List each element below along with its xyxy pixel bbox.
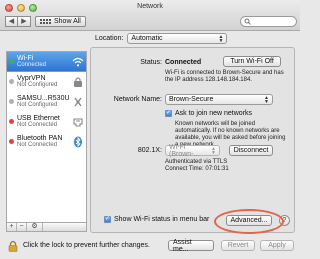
auth-profile-select[interactable]: Wi-Fi (Brown-... ▲ ▼	[165, 143, 220, 158]
vpn-lock-icon	[71, 75, 84, 88]
highlight-ring	[214, 209, 284, 234]
updown-arrows-icon: ▲ ▼	[218, 33, 224, 44]
service-name: USB Ethernet	[17, 114, 60, 122]
back-button[interactable]: ◀	[5, 16, 18, 27]
window-title: Network	[137, 3, 163, 10]
status-label: Status:	[140, 59, 162, 66]
phone-icon	[71, 95, 84, 108]
add-service-button[interactable]: +	[7, 223, 17, 231]
updown-arrows-icon: ▲ ▼	[264, 94, 269, 105]
service-item-usb-ethernet[interactable]: USB Ethernet Not Connected	[7, 112, 86, 132]
status-dot	[9, 99, 14, 104]
updown-arrows-icon: ▲ ▼	[211, 145, 216, 156]
ask-join-checkbox[interactable]: ✓	[165, 110, 172, 117]
bluetooth-icon	[71, 135, 84, 148]
show-menubar-checkbox[interactable]: ✓	[104, 216, 111, 223]
service-status: Connected	[17, 61, 47, 68]
service-status: Not Connected	[17, 121, 58, 128]
gear-icon[interactable]: ⚙	[27, 223, 43, 231]
window-titlebar: Network ◀ ▶ Show All	[0, 0, 300, 31]
service-item-samsung[interactable]: SAMSU...R530U Not Configured	[7, 92, 86, 112]
remove-service-button[interactable]: −	[17, 223, 27, 231]
location-row: Location: Automatic ▲ ▼	[95, 33, 228, 44]
assist-me-button[interactable]: Assist me...	[168, 239, 214, 253]
disconnect-button[interactable]: Disconnect	[229, 145, 273, 156]
footer-bar: Click the lock to prevent further change…	[0, 235, 300, 259]
location-value: Automatic	[131, 35, 163, 42]
history-nav: ◀ ▶	[5, 16, 31, 27]
status-dot	[9, 139, 14, 144]
status-dot	[9, 119, 14, 124]
location-label: Location:	[95, 35, 124, 42]
search-field[interactable]	[240, 16, 297, 27]
service-status: Not Connected	[17, 141, 58, 148]
service-name: Bluetooth PAN	[17, 134, 63, 142]
show-all-button[interactable]: Show All	[35, 16, 86, 27]
network-name-select[interactable]: Brown-Secure ▲ ▼	[165, 94, 273, 105]
forward-button[interactable]: ▶	[18, 16, 31, 27]
service-item-vyprvpn[interactable]: VyprVPN Not Configured	[7, 72, 86, 92]
service-name: Wi-Fi	[17, 54, 34, 62]
ethernet-icon	[71, 115, 84, 128]
auth-method: Authenticated via TTLS	[165, 159, 228, 165]
revert-button[interactable]: Revert	[221, 240, 255, 251]
magnifier-icon	[244, 18, 251, 25]
connect-time: Connect Time: 07:01:31	[165, 166, 229, 172]
service-list[interactable]: Wi-Fi Connected VyprVPN Not Configured S…	[6, 51, 87, 223]
service-name: VyprVPN	[17, 74, 46, 82]
auth-profile-value: Wi-Fi (Brown-...	[169, 143, 200, 158]
service-item-wifi[interactable]: Wi-Fi Connected	[7, 52, 86, 72]
status-value: Connected	[165, 59, 202, 66]
status-description: Wi-Fi is connected to Brown-Secure and h…	[165, 70, 284, 83]
service-name: SAMSU...R530U	[17, 94, 70, 102]
service-status: Not Configured	[17, 81, 58, 88]
show-menubar-label: Show Wi-Fi status in menu bar	[114, 216, 210, 223]
service-item-bluetooth-pan[interactable]: Bluetooth PAN Not Connected	[7, 132, 86, 152]
wifi-icon	[71, 55, 84, 68]
lock-text: Click the lock to prevent further change…	[23, 242, 150, 249]
turn-wifi-off-button[interactable]: Turn Wi-Fi Off	[223, 56, 281, 67]
grid-icon	[40, 19, 51, 24]
service-toolbar: + − ⚙	[6, 222, 87, 232]
show-all-label: Show All	[54, 18, 81, 25]
auth-label: 802.1X:	[137, 147, 162, 154]
lock-icon[interactable]	[8, 240, 18, 252]
apply-button[interactable]: Apply	[260, 240, 294, 251]
network-name-label: Network Name:	[113, 96, 162, 103]
network-name-value: Brown-Secure	[169, 96, 214, 103]
status-dot	[9, 79, 14, 84]
location-select[interactable]: Automatic ▲ ▼	[127, 33, 228, 44]
status-dot	[9, 59, 14, 64]
ask-join-label: Ask to join new networks	[175, 110, 253, 117]
service-status: Not Configured	[17, 101, 58, 108]
